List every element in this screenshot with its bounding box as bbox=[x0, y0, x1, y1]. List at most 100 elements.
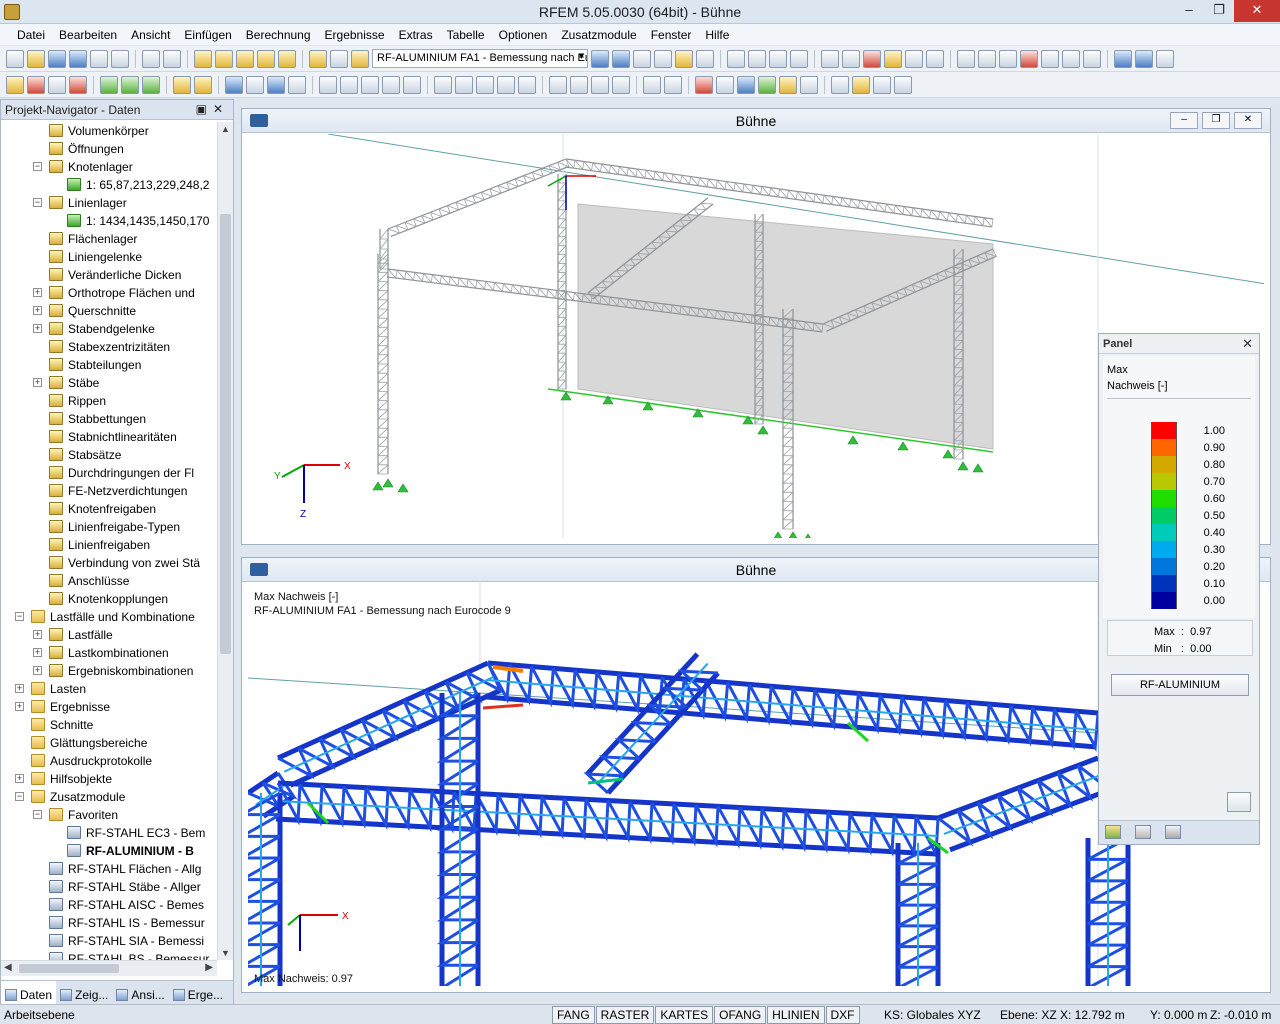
view-restore-button[interactable]: ❐ bbox=[1202, 112, 1230, 129]
isometric-icon[interactable] bbox=[863, 49, 881, 68]
display-results-icon[interactable] bbox=[633, 49, 651, 68]
expand-icon[interactable]: + bbox=[33, 648, 42, 657]
tree-item[interactable]: RF-STAHL AISC - Bemes bbox=[1, 896, 217, 914]
panel-icon[interactable] bbox=[852, 75, 870, 94]
tree-item[interactable]: − Knotenlager bbox=[1, 158, 217, 176]
menu-fenster[interactable]: Fenster bbox=[644, 24, 699, 45]
tree-item[interactable]: Veränderliche Dicken bbox=[1, 266, 217, 284]
print-preview-icon[interactable] bbox=[111, 49, 129, 68]
tree-item[interactable]: Linienfreigaben bbox=[1, 536, 217, 554]
toggle-fang[interactable]: FANG bbox=[552, 1006, 595, 1024]
surface-results-icon[interactable] bbox=[769, 49, 787, 68]
table-icon[interactable] bbox=[309, 49, 327, 68]
menu-hilfe[interactable]: Hilfe bbox=[698, 24, 736, 45]
eye-icon[interactable] bbox=[675, 49, 693, 68]
load-case-combo[interactable]: RF-ALUMINIUM FA1 - Bemessung nach Euroco… bbox=[372, 49, 588, 68]
tree-item[interactable]: + Ergebniskombinationen bbox=[1, 662, 217, 680]
import-icon[interactable] bbox=[1135, 49, 1153, 68]
tree-item[interactable]: RF-ALUMINIUM - B bbox=[1, 842, 217, 860]
target-icon[interactable] bbox=[236, 49, 254, 68]
member-icon[interactable] bbox=[48, 75, 66, 94]
tree-item[interactable]: Knotenkopplungen bbox=[1, 590, 217, 608]
previous-arrow-icon[interactable] bbox=[591, 49, 609, 68]
member-load-icon[interactable] bbox=[194, 75, 212, 94]
view-active-icon[interactable] bbox=[884, 49, 902, 68]
tree-item[interactable]: FE-Netzverdichtungen bbox=[1, 482, 217, 500]
scroll-thumb[interactable] bbox=[220, 214, 231, 654]
tree-item[interactable]: − Lastfälle und Kombinatione bbox=[1, 608, 217, 626]
tree-item[interactable]: + Stabendgelenke bbox=[1, 320, 217, 338]
node-support-icon[interactable] bbox=[100, 75, 118, 94]
menu-zusatzmodule[interactable]: Zusatzmodule bbox=[554, 24, 643, 45]
view-close-button[interactable]: ✕ bbox=[1234, 112, 1262, 129]
scroll-thumb[interactable] bbox=[19, 964, 119, 973]
expand-icon[interactable]: + bbox=[33, 288, 42, 297]
delete-icon[interactable] bbox=[1020, 49, 1038, 68]
tree-item[interactable]: Stabbettungen bbox=[1, 410, 217, 428]
cube-icon[interactable] bbox=[288, 75, 306, 94]
visibility-icon[interactable] bbox=[664, 75, 682, 94]
move-icon[interactable] bbox=[319, 75, 337, 94]
filter-icon[interactable] bbox=[643, 75, 661, 94]
navigator-vertical-scrollbar[interactable]: ▲ ▼ bbox=[217, 122, 233, 960]
solid-icon[interactable] bbox=[267, 75, 285, 94]
tree-item[interactable]: + Stäbe bbox=[1, 374, 217, 392]
factors-tab-icon[interactable] bbox=[1135, 825, 1151, 839]
collapse-icon[interactable]: − bbox=[15, 612, 24, 621]
tree-item[interactable]: 1: 65,87,213,229,248,2 bbox=[1, 176, 217, 194]
tree-item[interactable]: Schnitte bbox=[1, 716, 217, 734]
section-icon[interactable] bbox=[926, 49, 944, 68]
tree-item[interactable]: + Lasten bbox=[1, 680, 217, 698]
polyline-icon[interactable] bbox=[978, 49, 996, 68]
opening-icon[interactable] bbox=[246, 75, 264, 94]
view-iso-icon[interactable] bbox=[612, 75, 630, 94]
project-icon[interactable] bbox=[403, 75, 421, 94]
open-folder-icon[interactable] bbox=[27, 49, 45, 68]
pan-icon[interactable] bbox=[476, 75, 494, 94]
menu-bearbeiten[interactable]: Bearbeiten bbox=[52, 24, 124, 45]
filter-tab-icon[interactable] bbox=[1165, 825, 1181, 839]
expand-icon[interactable]: + bbox=[33, 324, 42, 333]
color-scale-tab-icon[interactable] bbox=[1105, 825, 1121, 839]
tree-item[interactable]: − Zusatzmodule bbox=[1, 788, 217, 806]
guide-line-icon[interactable] bbox=[716, 75, 734, 94]
tree-item[interactable]: + Orthotrope Flächen und bbox=[1, 284, 217, 302]
save-all-icon[interactable] bbox=[48, 49, 66, 68]
tab-daten[interactable]: Daten bbox=[1, 981, 57, 1004]
tree-item[interactable]: Verbindung von zwei Stä bbox=[1, 554, 217, 572]
rotate-icon[interactable] bbox=[361, 75, 379, 94]
tree-item[interactable]: + Querschnitte bbox=[1, 302, 217, 320]
tab-ansichten[interactable]: Ansi... bbox=[112, 981, 168, 1004]
node-icon[interactable] bbox=[6, 75, 24, 94]
scroll-down-icon[interactable]: ▼ bbox=[221, 948, 230, 958]
collapse-icon[interactable]: − bbox=[15, 792, 24, 801]
zoom-window-icon[interactable] bbox=[455, 75, 473, 94]
check-icon[interactable] bbox=[695, 75, 713, 94]
redo-icon[interactable] bbox=[163, 49, 181, 68]
window-icon[interactable] bbox=[1156, 49, 1174, 68]
menu-berechnung[interactable]: Berechnung bbox=[239, 24, 318, 45]
tree-item[interactable]: Volumenkörper bbox=[1, 122, 217, 140]
render-icon[interactable] bbox=[905, 49, 923, 68]
line-draw-icon[interactable] bbox=[27, 75, 45, 94]
lock-icon[interactable] bbox=[1062, 49, 1080, 68]
export-icon[interactable] bbox=[1114, 49, 1132, 68]
tree-item[interactable]: Stabteilungen bbox=[1, 356, 217, 374]
dxf-icon[interactable] bbox=[831, 75, 849, 94]
calculate-icon[interactable] bbox=[257, 49, 275, 68]
tree-item[interactable]: Stabsätze bbox=[1, 446, 217, 464]
menu-einfuegen[interactable]: Einfügen bbox=[177, 24, 238, 45]
mirror-icon[interactable] bbox=[382, 75, 400, 94]
tree-item[interactable]: Stabnichtlinearitäten bbox=[1, 428, 217, 446]
view-window-caption[interactable]: Bühne – ❐ ✕ bbox=[242, 109, 1270, 133]
load-case-icon[interactable] bbox=[351, 49, 369, 68]
solid-model-icon[interactable] bbox=[758, 75, 776, 94]
tree-item[interactable]: Durchdringungen der Fl bbox=[1, 464, 217, 482]
deformation-icon[interactable] bbox=[727, 49, 745, 68]
grid-icon[interactable] bbox=[330, 49, 348, 68]
line-support-icon[interactable] bbox=[121, 75, 139, 94]
view-3d-icon[interactable] bbox=[518, 75, 536, 94]
new-file-icon[interactable] bbox=[6, 49, 24, 68]
navigator-close-icon[interactable]: ✕ bbox=[213, 102, 229, 116]
tree-item[interactable]: Knotenfreigaben bbox=[1, 500, 217, 518]
